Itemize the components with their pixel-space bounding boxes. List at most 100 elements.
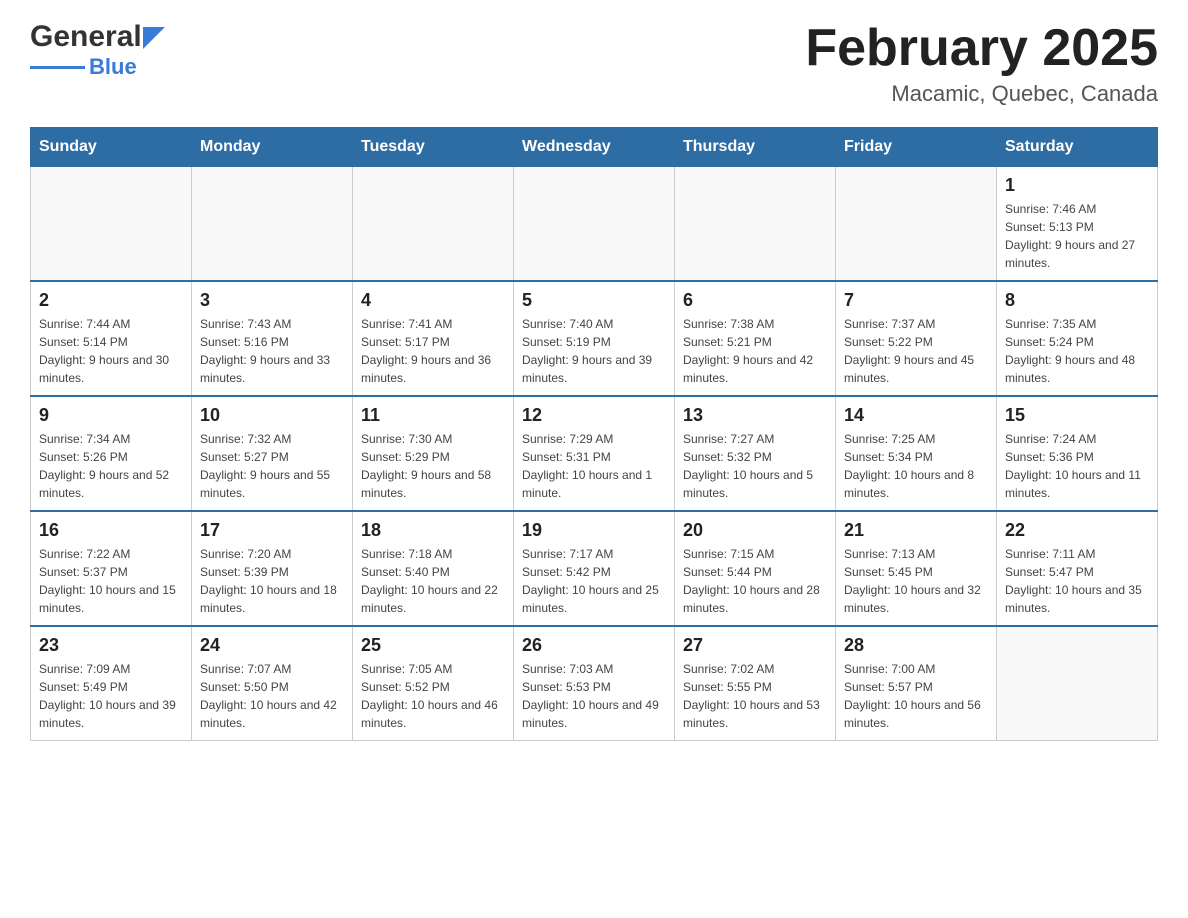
- day-info: Sunrise: 7:27 AMSunset: 5:32 PMDaylight:…: [683, 430, 827, 502]
- calendar-cell: 25 Sunrise: 7:05 AMSunset: 5:52 PMDayligh…: [353, 626, 514, 741]
- day-number: 18: [361, 520, 505, 541]
- day-number: 22: [1005, 520, 1149, 541]
- header-friday: Friday: [836, 128, 997, 167]
- day-info: Sunrise: 7:40 AMSunset: 5:19 PMDaylight:…: [522, 315, 666, 387]
- day-number: 19: [522, 520, 666, 541]
- calendar-cell: 10 Sunrise: 7:32 AMSunset: 5:27 PMDayligh…: [192, 396, 353, 511]
- day-info: Sunrise: 7:22 AMSunset: 5:37 PMDaylight:…: [39, 545, 183, 617]
- calendar-table: Sunday Monday Tuesday Wednesday Thursday…: [30, 127, 1158, 741]
- calendar-cell: 14 Sunrise: 7:25 AMSunset: 5:34 PMDayligh…: [836, 396, 997, 511]
- calendar-cell: 9 Sunrise: 7:34 AMSunset: 5:26 PMDaylight…: [31, 396, 192, 511]
- day-info: Sunrise: 7:37 AMSunset: 5:22 PMDaylight:…: [844, 315, 988, 387]
- day-info: Sunrise: 7:43 AMSunset: 5:16 PMDaylight:…: [200, 315, 344, 387]
- day-number: 9: [39, 405, 183, 426]
- logo-blue-text: Blue: [89, 54, 137, 80]
- day-info: Sunrise: 7:32 AMSunset: 5:27 PMDaylight:…: [200, 430, 344, 502]
- day-number: 12: [522, 405, 666, 426]
- calendar-week-row: 9 Sunrise: 7:34 AMSunset: 5:26 PMDaylight…: [31, 396, 1158, 511]
- header-saturday: Saturday: [997, 128, 1158, 167]
- calendar-cell: 3 Sunrise: 7:43 AMSunset: 5:16 PMDaylight…: [192, 281, 353, 396]
- day-info: Sunrise: 7:11 AMSunset: 5:47 PMDaylight:…: [1005, 545, 1149, 617]
- day-info: Sunrise: 7:03 AMSunset: 5:53 PMDaylight:…: [522, 660, 666, 732]
- day-info: Sunrise: 7:24 AMSunset: 5:36 PMDaylight:…: [1005, 430, 1149, 502]
- calendar-cell: 8 Sunrise: 7:35 AMSunset: 5:24 PMDaylight…: [997, 281, 1158, 396]
- calendar-cell: [514, 167, 675, 282]
- calendar-cell: 28 Sunrise: 7:00 AMSunset: 5:57 PMDayligh…: [836, 626, 997, 741]
- calendar-cell: 13 Sunrise: 7:27 AMSunset: 5:32 PMDayligh…: [675, 396, 836, 511]
- day-info: Sunrise: 7:38 AMSunset: 5:21 PMDaylight:…: [683, 315, 827, 387]
- calendar-cell: [353, 167, 514, 282]
- day-info: Sunrise: 7:35 AMSunset: 5:24 PMDaylight:…: [1005, 315, 1149, 387]
- day-number: 27: [683, 635, 827, 656]
- day-info: Sunrise: 7:20 AMSunset: 5:39 PMDaylight:…: [200, 545, 344, 617]
- day-info: Sunrise: 7:25 AMSunset: 5:34 PMDaylight:…: [844, 430, 988, 502]
- day-info: Sunrise: 7:15 AMSunset: 5:44 PMDaylight:…: [683, 545, 827, 617]
- calendar-cell: 4 Sunrise: 7:41 AMSunset: 5:17 PMDaylight…: [353, 281, 514, 396]
- day-number: 28: [844, 635, 988, 656]
- calendar-cell: [192, 167, 353, 282]
- calendar-cell: 11 Sunrise: 7:30 AMSunset: 5:29 PMDayligh…: [353, 396, 514, 511]
- day-info: Sunrise: 7:30 AMSunset: 5:29 PMDaylight:…: [361, 430, 505, 502]
- calendar-cell: 1 Sunrise: 7:46 AMSunset: 5:13 PMDaylight…: [997, 167, 1158, 282]
- calendar-cell: 15 Sunrise: 7:24 AMSunset: 5:36 PMDayligh…: [997, 396, 1158, 511]
- header-monday: Monday: [192, 128, 353, 167]
- calendar-cell: 20 Sunrise: 7:15 AMSunset: 5:44 PMDayligh…: [675, 511, 836, 626]
- day-info: Sunrise: 7:07 AMSunset: 5:50 PMDaylight:…: [200, 660, 344, 732]
- day-number: 16: [39, 520, 183, 541]
- day-number: 1: [1005, 175, 1149, 196]
- logo-general-text: General: [30, 20, 142, 54]
- day-number: 7: [844, 290, 988, 311]
- calendar-cell: 24Sunrise: 7:07 AMSunset: 5:50 PMDayligh…: [192, 626, 353, 741]
- day-number: 26: [522, 635, 666, 656]
- title-block: February 2025 Macamic, Quebec, Canada: [805, 20, 1158, 107]
- day-number: 11: [361, 405, 505, 426]
- day-info: Sunrise: 7:09 AMSunset: 5:49 PMDaylight:…: [39, 660, 183, 732]
- calendar-cell: [997, 626, 1158, 741]
- day-number: 4: [361, 290, 505, 311]
- day-info: Sunrise: 7:41 AMSunset: 5:17 PMDaylight:…: [361, 315, 505, 387]
- calendar-cell: 16 Sunrise: 7:22 AMSunset: 5:37 PMDayligh…: [31, 511, 192, 626]
- calendar-week-row: 23Sunrise: 7:09 AMSunset: 5:49 PMDayligh…: [31, 626, 1158, 741]
- day-info: Sunrise: 7:18 AMSunset: 5:40 PMDaylight:…: [361, 545, 505, 617]
- day-number: 15: [1005, 405, 1149, 426]
- day-number: 21: [844, 520, 988, 541]
- header-wednesday: Wednesday: [514, 128, 675, 167]
- calendar-week-row: 2Sunrise: 7:44 AMSunset: 5:14 PMDaylight…: [31, 281, 1158, 396]
- day-number: 25: [361, 635, 505, 656]
- calendar-cell: 12 Sunrise: 7:29 AMSunset: 5:31 PMDayligh…: [514, 396, 675, 511]
- header-tuesday: Tuesday: [353, 128, 514, 167]
- calendar-cell: 19Sunrise: 7:17 AMSunset: 5:42 PMDayligh…: [514, 511, 675, 626]
- day-number: 8: [1005, 290, 1149, 311]
- calendar-cell: [836, 167, 997, 282]
- header-sunday: Sunday: [31, 128, 192, 167]
- calendar-cell: 6 Sunrise: 7:38 AMSunset: 5:21 PMDaylight…: [675, 281, 836, 396]
- day-number: 10: [200, 405, 344, 426]
- day-number: 6: [683, 290, 827, 311]
- calendar-title: February 2025: [805, 20, 1158, 77]
- calendar-cell: 18 Sunrise: 7:18 AMSunset: 5:40 PMDayligh…: [353, 511, 514, 626]
- page-header: General Blue February 2025 Macamic, Queb…: [30, 20, 1158, 107]
- logo-arrow-icon: [143, 27, 165, 49]
- calendar-cell: [675, 167, 836, 282]
- day-info: Sunrise: 7:02 AMSunset: 5:55 PMDaylight:…: [683, 660, 827, 732]
- day-info: Sunrise: 7:46 AMSunset: 5:13 PMDaylight:…: [1005, 200, 1149, 272]
- calendar-cell: 23Sunrise: 7:09 AMSunset: 5:49 PMDayligh…: [31, 626, 192, 741]
- day-number: 17: [200, 520, 344, 541]
- day-number: 2: [39, 290, 183, 311]
- day-info: Sunrise: 7:00 AMSunset: 5:57 PMDaylight:…: [844, 660, 988, 732]
- day-number: 3: [200, 290, 344, 311]
- day-number: 14: [844, 405, 988, 426]
- calendar-cell: 17 Sunrise: 7:20 AMSunset: 5:39 PMDayligh…: [192, 511, 353, 626]
- calendar-cell: 26 Sunrise: 7:03 AMSunset: 5:53 PMDayligh…: [514, 626, 675, 741]
- day-info: Sunrise: 7:29 AMSunset: 5:31 PMDaylight:…: [522, 430, 666, 502]
- day-info: Sunrise: 7:34 AMSunset: 5:26 PMDaylight:…: [39, 430, 183, 502]
- day-number: 5: [522, 290, 666, 311]
- calendar-week-row: 16 Sunrise: 7:22 AMSunset: 5:37 PMDayligh…: [31, 511, 1158, 626]
- day-number: 20: [683, 520, 827, 541]
- day-number: 13: [683, 405, 827, 426]
- day-info: Sunrise: 7:05 AMSunset: 5:52 PMDaylight:…: [361, 660, 505, 732]
- calendar-subtitle: Macamic, Quebec, Canada: [805, 81, 1158, 107]
- calendar-cell: 5 Sunrise: 7:40 AMSunset: 5:19 PMDaylight…: [514, 281, 675, 396]
- logo: General Blue: [30, 20, 165, 80]
- calendar-cell: 21Sunrise: 7:13 AMSunset: 5:45 PMDayligh…: [836, 511, 997, 626]
